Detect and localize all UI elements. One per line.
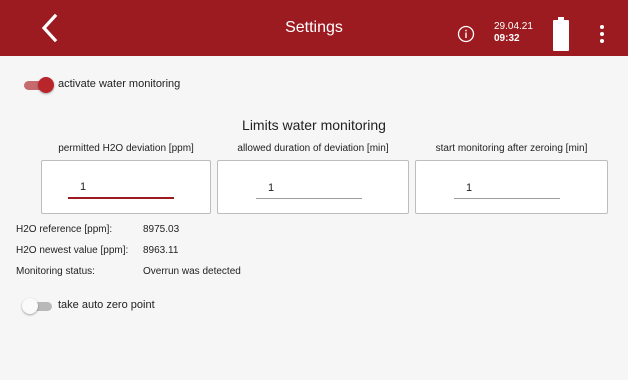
deviation-ppm-input[interactable]	[68, 179, 174, 199]
toggle-knob	[38, 77, 54, 93]
date-text: 29.04.21	[494, 21, 533, 32]
deviation-ppm-label: permitted H2O deviation [ppm]	[58, 143, 194, 154]
auto-zero-toggle[interactable]	[22, 297, 54, 315]
more-vertical-icon[interactable]	[596, 23, 608, 45]
h2o-reference-label: H2O reference [ppm]:	[16, 224, 113, 235]
limits-section-title: Limits water monitoring	[242, 117, 386, 133]
monitoring-status-label: Monitoring status:	[16, 266, 95, 277]
deviation-duration-label: allowed duration of deviation [min]	[237, 143, 389, 154]
back-button[interactable]	[38, 12, 62, 44]
app-bar: Settings 29.04.21 09:32	[0, 0, 628, 56]
page-title: Settings	[285, 19, 343, 36]
deviation-ppm-box	[41, 160, 211, 214]
water-monitoring-toggle[interactable]	[22, 76, 54, 94]
deviation-duration-box	[217, 160, 409, 214]
info-circle-icon	[457, 25, 475, 43]
date-time: 29.04.21 09:32	[494, 21, 533, 45]
h2o-newest-label: H2O newest value [ppm]:	[16, 245, 129, 256]
time-text: 09:32	[494, 33, 520, 44]
start-after-zeroing-box	[415, 160, 608, 214]
deviation-duration-input[interactable]	[256, 179, 362, 199]
toggle-knob	[22, 298, 38, 314]
h2o-reference-value: 8975.03	[143, 224, 180, 235]
water-monitoring-label: activate water monitoring	[58, 78, 181, 90]
info-button[interactable]	[457, 25, 475, 43]
start-after-zeroing-label: start monitoring after zeroing [min]	[435, 143, 588, 154]
h2o-newest-value: 8963.11	[143, 245, 179, 256]
battery-full-icon	[553, 17, 569, 51]
battery-body	[553, 20, 569, 51]
monitoring-status-value: Overrun was detected	[143, 266, 241, 277]
start-after-zeroing-input[interactable]	[454, 179, 560, 199]
auto-zero-label: take auto zero point	[58, 299, 155, 311]
chevron-left-icon	[41, 13, 58, 43]
